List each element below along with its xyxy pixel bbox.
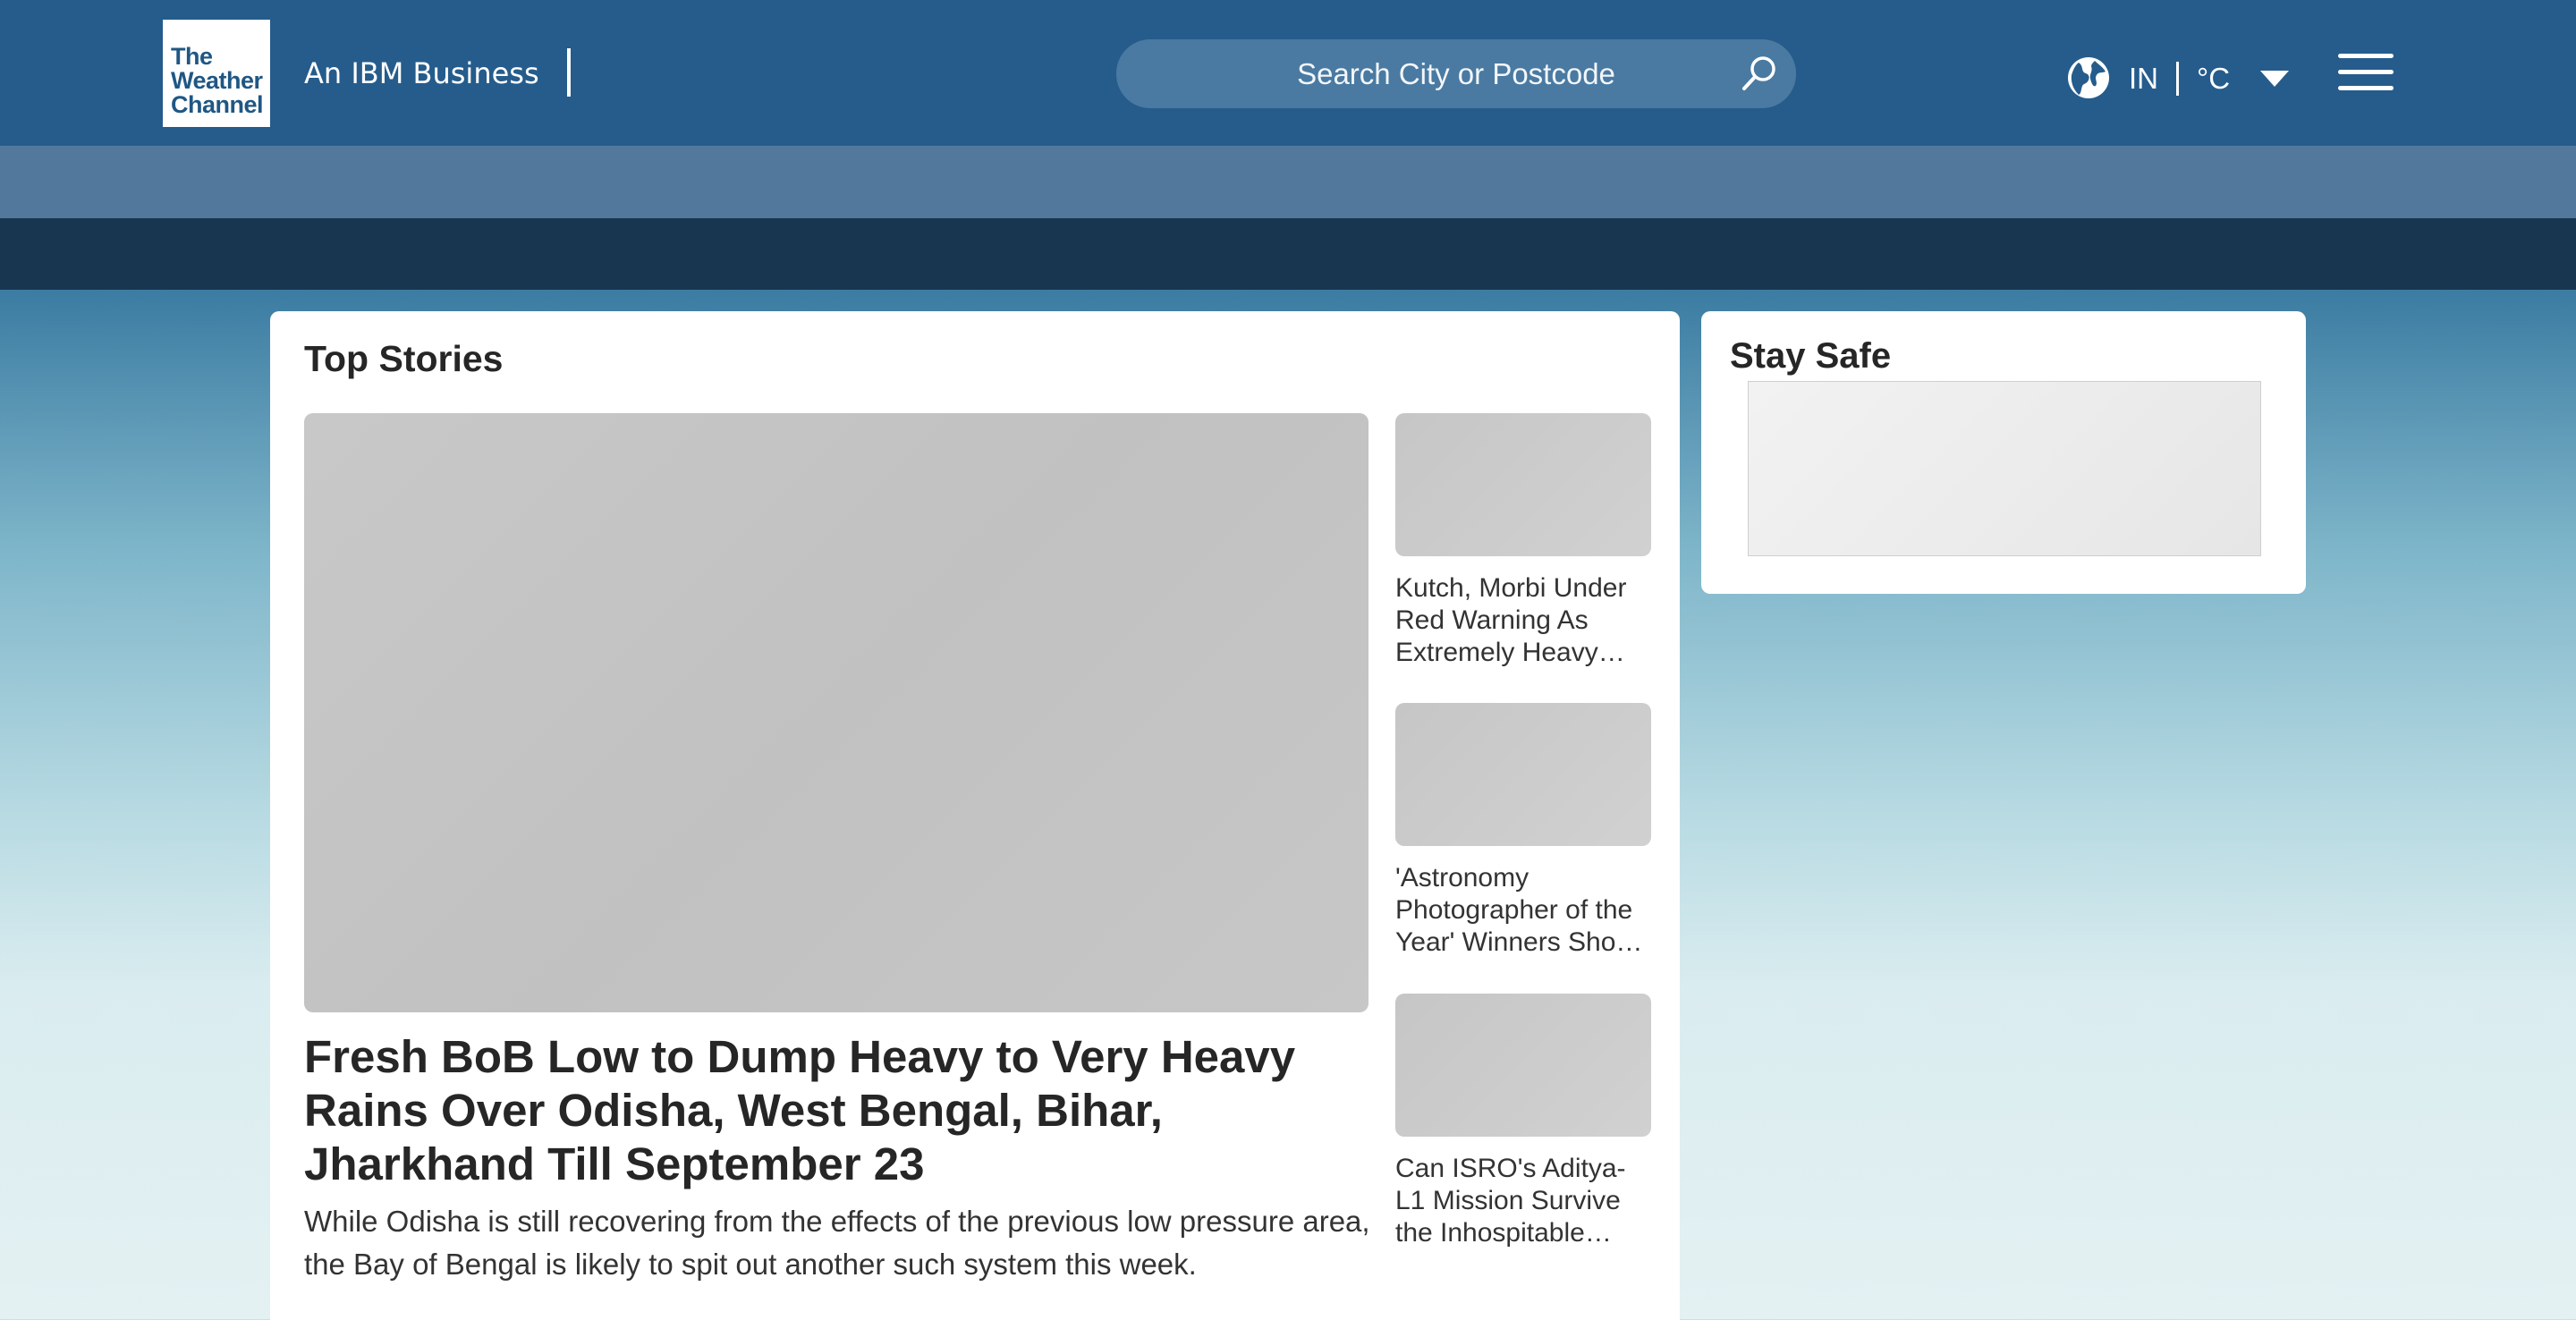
side-story[interactable]: 'Astronomy Photographer of the Year' Win… <box>1395 703 1651 959</box>
sub-navigation-bar <box>0 146 2576 218</box>
header-divider <box>567 48 571 97</box>
weather-channel-logo[interactable]: The Weather Channel <box>163 20 270 127</box>
ibm-tagline: An IBM Business <box>304 56 539 90</box>
side-story[interactable]: Kutch, Morbi Under Red Warning As Extrem… <box>1395 413 1651 669</box>
side-story-title[interactable]: Kutch, Morbi Under Red Warning As Extrem… <box>1395 572 1651 669</box>
logo-line-2: Weather <box>171 67 263 94</box>
region-code[interactable]: IN <box>2129 59 2158 98</box>
stay-safe-placeholder[interactable] <box>1748 381 2261 556</box>
side-story-image[interactable] <box>1395 413 1651 556</box>
menu-bar <box>2338 70 2394 74</box>
logo-line-3: Channel <box>171 91 264 118</box>
lead-story-headline[interactable]: Fresh BoB Low to Dump Heavy to Very Heav… <box>304 1030 1368 1191</box>
side-story-image[interactable] <box>1395 994 1651 1137</box>
side-story-title[interactable]: 'Astronomy Photographer of the Year' Win… <box>1395 862 1651 959</box>
hamburger-menu-icon[interactable] <box>2338 54 2394 95</box>
menu-bar <box>2338 54 2394 58</box>
chevron-down-icon[interactable] <box>2258 68 2291 89</box>
locale-divider <box>2176 62 2179 96</box>
lead-story-image[interactable] <box>304 413 1368 1012</box>
locale-selector[interactable]: IN °C <box>2129 59 2291 98</box>
top-stories-heading: Top Stories <box>304 338 504 379</box>
temperature-unit[interactable]: °C <box>2197 59 2230 98</box>
lead-story-summary: While Odisha is still recovering from th… <box>304 1205 1370 1281</box>
side-story[interactable]: Can ISRO's Aditya-L1 Mission Survive the… <box>1395 994 1651 1249</box>
search-bar[interactable] <box>1116 39 1796 108</box>
top-stories-card: Top Stories Fresh BoB Low to Dump Heavy … <box>270 311 1680 1320</box>
search-input[interactable] <box>1116 39 1796 108</box>
stay-safe-heading: Stay Safe <box>1730 336 1892 376</box>
side-story-title[interactable]: Can ISRO's Aditya-L1 Mission Survive the… <box>1395 1153 1651 1249</box>
site-header: The Weather Channel An IBM Business IN °… <box>0 0 2576 146</box>
alerts-bar <box>0 218 2576 290</box>
stay-safe-card: Stay Safe <box>1701 311 2306 594</box>
menu-bar <box>2338 86 2394 90</box>
globe-icon[interactable] <box>2066 55 2111 100</box>
logo-line-1: The <box>171 43 213 70</box>
side-story-image[interactable] <box>1395 703 1651 846</box>
search-icon[interactable] <box>1739 54 1778 93</box>
